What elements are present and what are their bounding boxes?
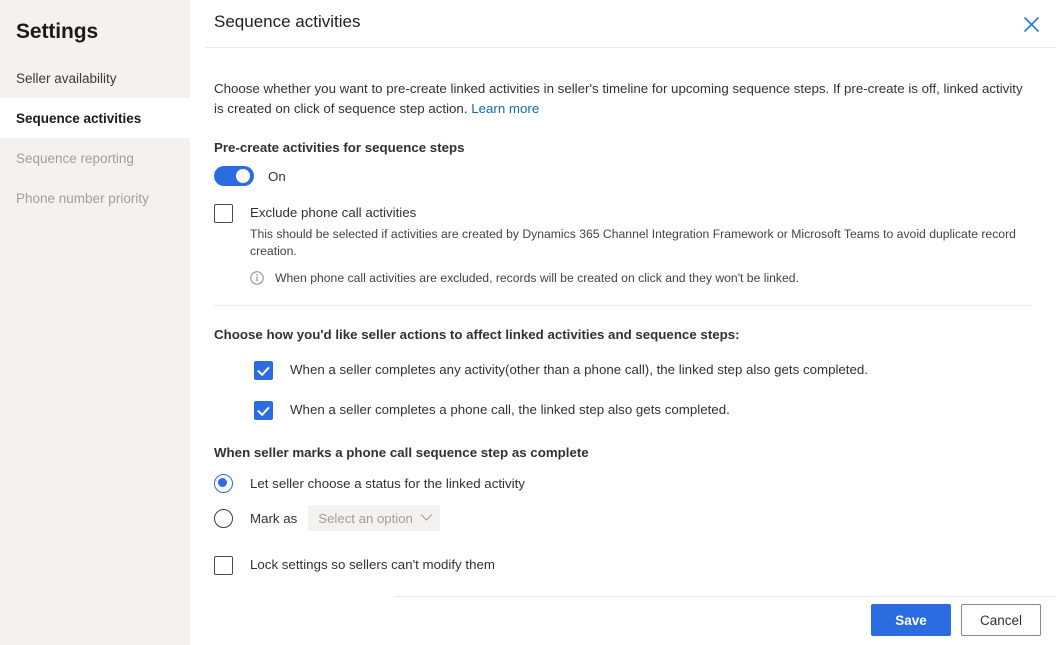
mark-as-label: Mark as bbox=[250, 510, 298, 526]
exclude-phone-call-label: Exclude phone call activities bbox=[250, 205, 417, 220]
save-button[interactable]: Save bbox=[871, 604, 951, 636]
cancel-button[interactable]: Cancel bbox=[961, 604, 1041, 636]
seller-action-option-phone-call: When a seller completes a phone call, th… bbox=[254, 400, 1032, 420]
seller-actions-heading: Choose how you'd like seller actions to … bbox=[214, 327, 740, 342]
dialog-footer: Save Cancel bbox=[871, 604, 1041, 636]
panel-description: Choose whether you want to pre-create li… bbox=[214, 79, 1032, 119]
section-divider bbox=[214, 305, 1032, 306]
toggle-knob bbox=[236, 169, 250, 183]
any-activity-label: When a seller completes any activity(oth… bbox=[290, 362, 868, 377]
mark-as-radio[interactable] bbox=[214, 508, 233, 528]
page-title: Sequence activities bbox=[214, 12, 361, 31]
exclude-phone-call-checkbox[interactable] bbox=[214, 204, 233, 223]
chevron-down-icon bbox=[420, 509, 433, 527]
precreate-toggle-state-label: On bbox=[268, 168, 286, 184]
sidebar-item-sequence-reporting[interactable]: Sequence reporting bbox=[0, 138, 190, 178]
description-text: Choose whether you want to pre-create li… bbox=[214, 81, 1023, 116]
lock-settings-row: Lock settings so sellers can't modify th… bbox=[214, 555, 1032, 575]
exclude-phone-call-row: Exclude phone call activities bbox=[214, 203, 1032, 223]
exclude-info-text: When phone call activities are excluded,… bbox=[275, 271, 799, 285]
panel-content: Choose whether you want to pre-create li… bbox=[190, 79, 1056, 575]
sidebar-item-sequence-activities[interactable]: Sequence activities bbox=[0, 98, 190, 138]
lock-settings-checkbox[interactable] bbox=[214, 556, 233, 575]
lock-settings-label: Lock settings so sellers can't modify th… bbox=[250, 557, 495, 572]
info-icon bbox=[250, 271, 264, 285]
seller-action-option-any-activity: When a seller completes any activity(oth… bbox=[254, 360, 1032, 380]
close-button[interactable] bbox=[1015, 8, 1047, 40]
radio-mark-as: Mark as Select an option bbox=[214, 505, 1032, 531]
any-activity-checkbox[interactable] bbox=[254, 361, 273, 380]
close-icon bbox=[1023, 16, 1040, 33]
phone-call-checkbox[interactable] bbox=[254, 401, 273, 420]
dropdown-selected-value: Select an option bbox=[318, 510, 413, 526]
sidebar-nav-list: Seller availability Sequence activities … bbox=[0, 58, 190, 218]
sidebar-item-seller-availability[interactable]: Seller availability bbox=[0, 58, 190, 98]
let-seller-choose-label: Let seller choose a status for the linke… bbox=[250, 476, 525, 491]
radio-let-seller-choose: Let seller choose a status for the linke… bbox=[214, 474, 1032, 493]
panel-header: Sequence activities bbox=[190, 0, 1056, 48]
precreate-toggle-row: On bbox=[214, 165, 1032, 187]
sidebar-item-phone-number-priority[interactable]: Phone number priority bbox=[0, 178, 190, 218]
let-seller-choose-radio[interactable] bbox=[214, 474, 233, 493]
exclude-phone-call-helper-text: This should be selected if activities ar… bbox=[250, 227, 1016, 258]
header-divider bbox=[205, 47, 1056, 48]
settings-dialog: Settings Seller availability Sequence ac… bbox=[0, 0, 1056, 645]
settings-sidebar: Settings Seller availability Sequence ac… bbox=[0, 0, 190, 645]
exclude-info-note: When phone call activities are excluded,… bbox=[250, 270, 1032, 286]
sidebar-title: Settings bbox=[16, 20, 99, 43]
mark-complete-heading: When seller marks a phone call sequence … bbox=[214, 445, 589, 460]
precreate-label: Pre-create activities for sequence steps bbox=[214, 140, 465, 155]
precreate-toggle[interactable] bbox=[214, 166, 254, 186]
sidebar-item-label: Seller availability bbox=[16, 70, 117, 86]
mark-as-status-dropdown[interactable]: Select an option bbox=[308, 505, 441, 531]
sidebar-item-label: Sequence reporting bbox=[16, 150, 134, 166]
sidebar-item-label: Sequence activities bbox=[16, 110, 142, 126]
footer-divider bbox=[395, 596, 1056, 597]
learn-more-link[interactable]: Learn more bbox=[471, 101, 539, 116]
sidebar-item-label: Phone number priority bbox=[16, 190, 149, 206]
settings-panel: Sequence activities Choose whether you w… bbox=[190, 0, 1056, 645]
phone-call-label: When a seller completes a phone call, th… bbox=[290, 402, 730, 417]
